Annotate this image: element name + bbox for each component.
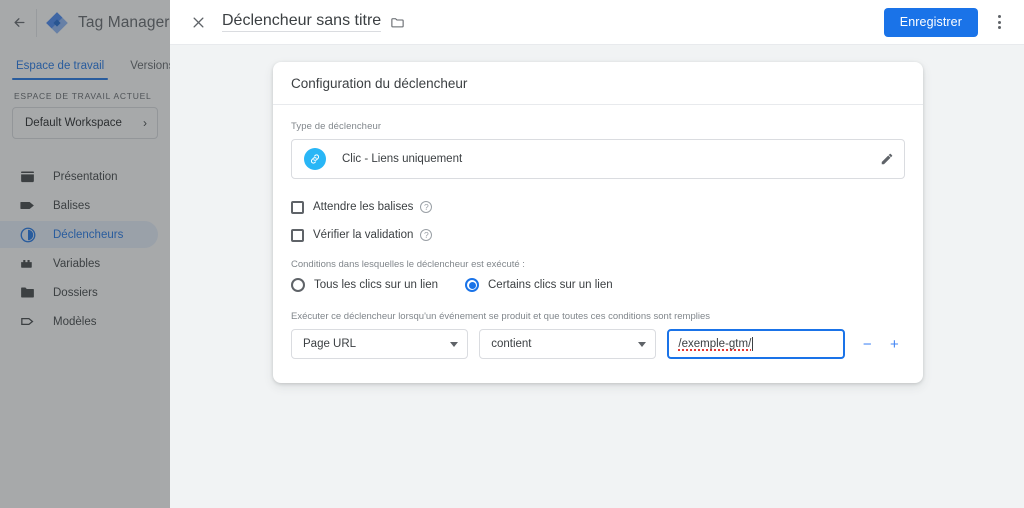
title-group: Déclencheur sans titre [222,12,405,32]
radio-option-tous-les-clics[interactable]: Tous les clics sur un lien [291,278,438,292]
radio-label: Certains clics sur un lien [488,279,613,291]
help-icon[interactable]: ? [420,229,433,241]
checkbox-label: Vérifier la validation [313,229,414,241]
condition-row: Page URL contient /exemple-gtm/ − + [291,329,905,359]
text-cursor [752,337,754,351]
checkbox-icon[interactable] [291,228,304,242]
checkbox-label: Attendre les balises [313,201,414,213]
radio-group: Tous les clics sur un lien Certains clic… [291,278,905,292]
trigger-title-input[interactable]: Déclencheur sans titre [222,12,382,32]
trigger-editor-pane: Déclencheur sans titre Enregistrer Confi… [170,0,1024,508]
trigger-type-value: Clic - Liens uniquement [342,153,463,165]
radio-icon-selected[interactable] [465,278,479,292]
trigger-configuration-card: Configuration du déclencheur Type de déc… [273,62,923,383]
conditions-note: Conditions dans lesquelles le déclencheu… [291,259,525,270]
trigger-type-box[interactable]: Clic - Liens uniquement [291,139,905,179]
condition-value-text: /exemple-gtm/ [678,337,752,351]
navigation-scrim-overlay[interactable] [0,0,170,508]
tag-manager-app: Tag Manager Espace de travail Versions E… [0,0,1024,508]
condition-operator-value: contient [491,338,532,350]
editor-header: Déclencheur sans titre Enregistrer [170,0,1024,45]
radio-label: Tous les clics sur un lien [314,279,438,291]
condition-variable-select[interactable]: Page URL [291,329,469,359]
chevron-down-icon [450,341,459,347]
condition-value-input[interactable]: /exemple-gtm/ [667,329,845,359]
add-condition-button[interactable]: + [884,337,905,352]
card-header: Configuration du déclencheur [273,62,923,105]
checkbox-icon[interactable] [291,200,304,214]
help-icon[interactable]: ? [420,201,433,213]
card-title: Configuration du déclencheur [291,75,468,91]
close-icon[interactable] [184,8,212,36]
condition-variable-value: Page URL [303,338,357,350]
pencil-icon[interactable] [880,152,894,166]
execution-note: Exécuter ce déclencheur lorsqu'un événem… [291,311,711,322]
link-click-icon [304,148,326,170]
condition-operator-select[interactable]: contient [479,329,657,359]
checkbox-row-attendre-les-balises[interactable]: Attendre les balises ? [291,195,905,219]
folder-move-icon[interactable] [390,15,405,30]
radio-icon[interactable] [291,278,305,292]
checkbox-row-verifier-la-validation[interactable]: Vérifier la validation ? [291,223,905,247]
save-button[interactable]: Enregistrer [883,7,978,37]
remove-condition-button[interactable]: − [857,337,878,352]
checkbox-group: Attendre les balises ? Vérifier la valid… [291,195,905,247]
chevron-down-icon [638,341,647,347]
more-options-icon[interactable] [984,7,1014,37]
radio-option-certains-clics[interactable]: Certains clics sur un lien [465,278,613,292]
card-body: Type de déclencheur Clic - Liens uniquem… [273,105,923,383]
trigger-type-label: Type de déclencheur [291,121,382,132]
